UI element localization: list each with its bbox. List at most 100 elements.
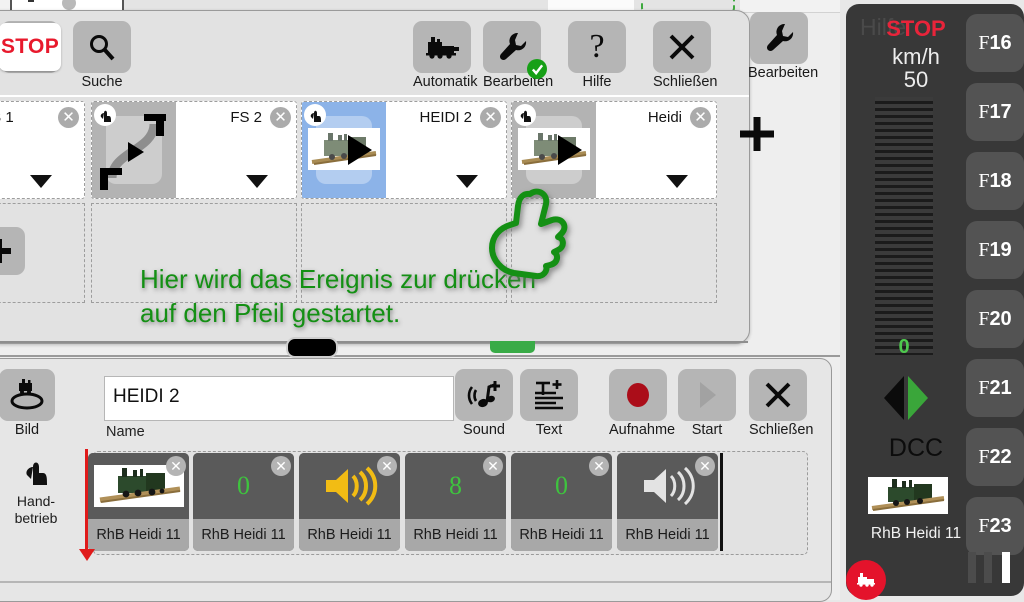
function-button-f20-prefix: F <box>978 307 990 330</box>
card-heidi[interactable]: Heidi ✕ <box>511 101 717 199</box>
outside-bearbeiten-button[interactable]: Bearbeiten <box>748 12 819 81</box>
card-fs2[interactable]: FS 2 ✕ <box>91 101 297 199</box>
timeline-cell-5-value: 0 <box>555 471 568 500</box>
bearbeiten-button[interactable]: Bearbeiten <box>483 21 553 90</box>
start-button[interactable]: Start <box>678 369 736 438</box>
timeline-cell-5[interactable]: 0 ✕ RhB Heidi 11 <box>511 453 612 551</box>
stop-badge[interactable]: STOP <box>0 23 61 71</box>
wrench-icon <box>750 12 808 64</box>
card-fs1[interactable]: FS 1 ✕ <box>0 101 85 199</box>
timeline-cell-1-content: ✕ <box>88 453 189 519</box>
text-add-icon <box>520 369 578 421</box>
bild-button[interactable]: Bild <box>0 369 55 438</box>
automatik-button[interactable]: Automatik <box>413 21 477 90</box>
sidebar-stop-label[interactable]: STOP <box>858 16 974 42</box>
timeline-cell-3-close-icon[interactable]: ✕ <box>377 456 397 476</box>
wrench-icon <box>483 21 547 79</box>
editor-toolbar: Bild HEIDI 2 Name Sound Text Aufnahme St… <box>0 359 831 443</box>
hilfe-button[interactable]: ? Hilfe <box>568 21 626 90</box>
add-right-button[interactable] <box>735 112 779 156</box>
sidebar-loco-image[interactable] <box>868 477 948 514</box>
card-heidi-dropdown-caret-icon[interactable] <box>666 175 688 188</box>
page-dot-1[interactable] <box>968 552 976 583</box>
main-toolbar: Suche Automatik Bearbeiten ? Hilfe Schli… <box>0 11 749 95</box>
card-heidi-play-icon[interactable] <box>558 135 582 165</box>
empty-slot-4[interactable] <box>511 203 717 303</box>
empty-slot-3[interactable] <box>301 203 507 303</box>
function-button-f20[interactable]: F 20 <box>966 290 1024 348</box>
add-left-button[interactable] <box>0 227 25 275</box>
card-heidi2-dropdown-caret-icon[interactable] <box>456 175 478 188</box>
outside-bearbeiten-label: Bearbeiten <box>748 65 819 81</box>
function-button-f21[interactable]: F 21 <box>966 359 1024 417</box>
page-indicator[interactable] <box>968 552 1024 584</box>
card-fs2-dropdown-caret-icon[interactable] <box>246 175 268 188</box>
timeline-cell-4[interactable]: 8 ✕ RhB Heidi 11 <box>405 453 506 551</box>
timeline-cell-4-close-icon[interactable]: ✕ <box>483 456 503 476</box>
timeline-cell-6-close-icon[interactable]: ✕ <box>695 456 715 476</box>
empty-slot-2[interactable] <box>91 203 297 303</box>
window-resize-handle[interactable] <box>286 337 338 358</box>
function-button-f22[interactable]: F 22 <box>966 428 1024 486</box>
function-button-f16[interactable]: F 16 <box>966 14 1024 72</box>
timeline-cell-2-close-icon[interactable]: ✕ <box>271 456 291 476</box>
green-tab-handle[interactable] <box>490 341 535 353</box>
function-button-f17[interactable]: F 17 <box>966 83 1024 141</box>
sound-button[interactable]: Sound <box>455 369 513 438</box>
timeline-cell-4-content: 8 ✕ <box>405 453 506 519</box>
timeline-cell-3[interactable]: ✕ RhB Heidi 11 <box>299 453 400 551</box>
plus-icon <box>740 117 774 151</box>
suche-button[interactable]: Suche <box>73 21 131 90</box>
timeline-cell-5-caption: RhB Heidi 11 <box>511 519 612 551</box>
card-fs2-thumbnail[interactable] <box>92 102 176 198</box>
loco-control-sidebar: Hilfe STOP km/h 50 0 DCC RhB Heidi 11 F … <box>840 0 1024 600</box>
aufnahme-button[interactable]: Aufnahme <box>609 369 675 438</box>
speed-slider[interactable] <box>875 97 933 355</box>
plus-icon <box>0 239 11 263</box>
locomotive-icon <box>413 21 471 73</box>
card-heidi2-thumbnail[interactable] <box>302 102 386 198</box>
timeline-cell-3-caption: RhB Heidi 11 <box>299 519 400 551</box>
card-heidi-thumbnail[interactable] <box>512 102 596 198</box>
function-button-f18-number: 18 <box>989 169 1012 192</box>
timeline: Hand- betrieb ✕ RhB Heidi 11 0 ✕ RhB Hei… <box>0 449 831 569</box>
speed-slider-tick <box>875 146 933 150</box>
timeline-cell-2-content: 0 ✕ <box>193 453 294 519</box>
handbetrieb-button[interactable]: Hand- betrieb <box>0 457 73 527</box>
card-fs1-close-icon[interactable]: ✕ <box>58 107 79 128</box>
card-fs1-dropdown-caret-icon[interactable] <box>30 175 52 188</box>
card-heidi2-close-icon[interactable]: ✕ <box>480 107 501 128</box>
schliessen-button[interactable]: Schließen <box>653 21 717 90</box>
page-dot-2[interactable] <box>984 552 992 583</box>
function-button-f19[interactable]: F 19 <box>966 221 1024 279</box>
timeline-cell-1-close-icon[interactable]: ✕ <box>166 456 186 476</box>
editor-schliessen-button[interactable]: Schließen <box>749 369 813 438</box>
speed-value: 50 <box>903 67 929 92</box>
timeline-cell-1[interactable]: ✕ RhB Heidi 11 <box>88 453 189 551</box>
direction-forward-button[interactable] <box>908 376 928 420</box>
name-input[interactable]: HEIDI 2 <box>104 376 454 421</box>
card-heidi-close-icon[interactable]: ✕ <box>690 107 711 128</box>
speed-slider-tick <box>875 174 933 178</box>
timeline-cell-2[interactable]: 0 ✕ RhB Heidi 11 <box>193 453 294 551</box>
timeline-end-marker <box>720 453 723 551</box>
loco-list-fab-button[interactable] <box>846 560 886 600</box>
page-dot-3[interactable] <box>1002 552 1010 583</box>
card-fs2-close-icon[interactable]: ✕ <box>270 107 291 128</box>
function-button-f23[interactable]: F 23 <box>966 497 1024 555</box>
function-button-f22-number: 22 <box>989 445 1012 468</box>
timeline-cell-5-close-icon[interactable]: ✕ <box>589 456 609 476</box>
timeline-cell-6[interactable]: ✕ RhB Heidi 11 <box>617 453 718 551</box>
text-button[interactable]: Text <box>520 369 578 438</box>
speed-slider-tick <box>875 167 933 171</box>
editor-window: Bild HEIDI 2 Name Sound Text Aufnahme St… <box>0 358 832 602</box>
locomotive-oval-icon <box>0 369 55 421</box>
direction-reverse-button[interactable] <box>884 376 904 420</box>
speed-slider-tick <box>875 251 933 255</box>
card-heidi2[interactable]: HEIDI 2 ✕ <box>301 101 507 199</box>
timeline-playhead[interactable] <box>85 449 88 551</box>
card-heidi2-play-icon[interactable] <box>348 135 372 165</box>
locomotive-icon <box>857 573 875 587</box>
function-button-f18[interactable]: F 18 <box>966 152 1024 210</box>
card-fs2-title: FS 2 <box>230 109 262 126</box>
